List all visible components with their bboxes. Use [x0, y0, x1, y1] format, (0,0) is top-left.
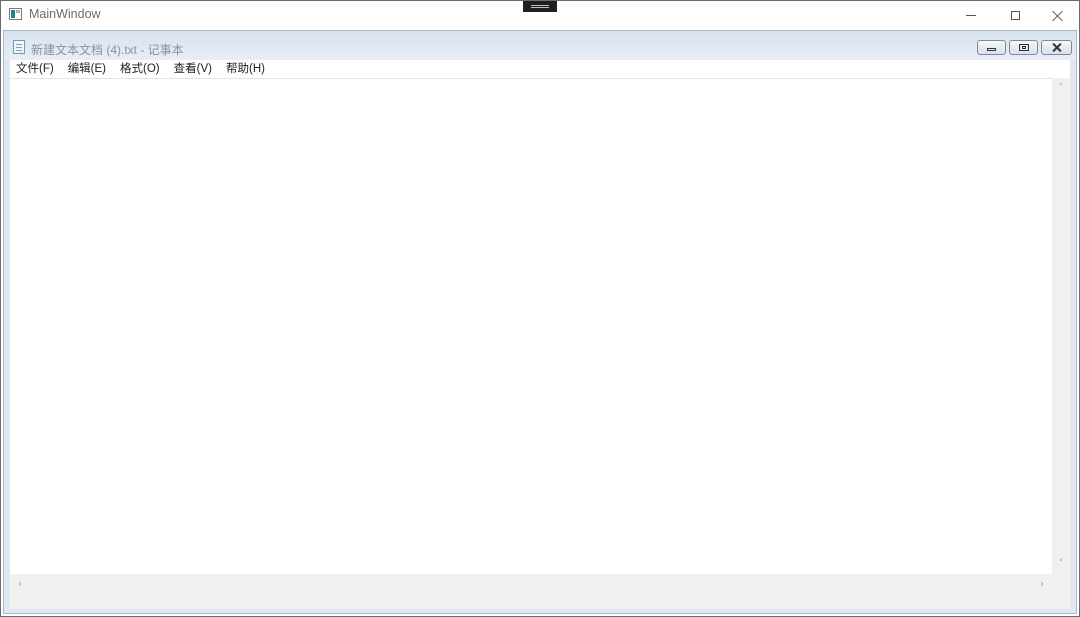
text-editor-area[interactable] [10, 78, 1052, 574]
minimize-icon [987, 48, 996, 51]
menu-format[interactable]: 格式(O) [113, 60, 167, 78]
app-window-icon [9, 8, 22, 20]
maximize-icon [1010, 11, 1020, 20]
notepad-window: 新建文本文档 (4).txt - 记事本 文件(F) 编辑(E) 格式(O) 查… [3, 30, 1077, 614]
horizontal-scrollbar[interactable]: ‹ › [10, 574, 1052, 592]
notepad-icon [13, 40, 25, 54]
main-window-titlebar[interactable]: MainWindow [1, 1, 1079, 30]
notepad-titlebar[interactable]: 新建文本文档 (4).txt - 记事本 [4, 31, 1076, 60]
close-icon [1052, 43, 1062, 52]
main-window-title: MainWindow [29, 7, 101, 21]
notepad-minimize-button[interactable] [977, 40, 1006, 55]
window-close-button[interactable] [1036, 1, 1080, 30]
scroll-right-arrow-icon[interactable]: › [1034, 574, 1050, 592]
window-minimize-button[interactable] [949, 1, 993, 30]
scroll-left-arrow-icon[interactable]: ‹ [12, 574, 28, 592]
window-maximize-button[interactable] [993, 1, 1037, 30]
drag-handle-icon[interactable] [523, 1, 557, 12]
restore-icon [1019, 44, 1029, 51]
main-window: MainWindow 新建文本文档 (4).txt - 记事本 文件(F) 编辑… [0, 0, 1080, 617]
menu-help[interactable]: 帮助(H) [219, 60, 272, 78]
notepad-restore-button[interactable] [1009, 40, 1038, 55]
vertical-scrollbar[interactable]: ˄ ˅ [1052, 78, 1070, 574]
scroll-up-arrow-icon[interactable]: ˄ [1052, 80, 1070, 96]
minimize-icon [966, 15, 976, 16]
scrollbar-corner [1052, 574, 1070, 592]
menu-view[interactable]: 查看(V) [167, 60, 219, 78]
menu-bar: 文件(F) 编辑(E) 格式(O) 查看(V) 帮助(H) [10, 60, 1070, 78]
notepad-close-button[interactable] [1041, 40, 1072, 55]
bottom-frame-strip [10, 592, 1070, 609]
close-icon [1052, 10, 1064, 22]
menu-file[interactable]: 文件(F) [10, 60, 61, 78]
notepad-title: 新建文本文档 (4).txt - 记事本 [31, 43, 184, 57]
scroll-down-arrow-icon[interactable]: ˅ [1052, 556, 1070, 572]
menu-edit[interactable]: 编辑(E) [61, 60, 113, 78]
